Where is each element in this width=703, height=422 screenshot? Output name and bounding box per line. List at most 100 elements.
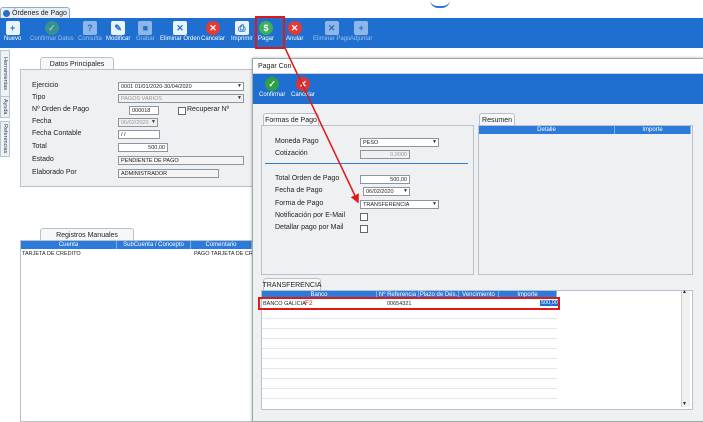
cancelar-dialog-label: Cancelar (291, 92, 316, 98)
chevron-down-icon: ▼ (237, 83, 242, 89)
chevron-down-icon: ▼ (403, 188, 408, 194)
toolbar-label: Eliminar Orden (160, 36, 201, 42)
ejercicio-label: Ejercicio (32, 82, 59, 89)
chevron-down-icon: ▼ (432, 201, 437, 207)
detallar-label: Detallar pago por Mail (275, 224, 344, 231)
delete-payment-icon: ✕ (324, 21, 339, 35)
transferencia-grid-body (262, 299, 557, 407)
forma-select[interactable]: TRANSFERENCIA ▼ (360, 200, 439, 209)
fecha-pago-label: Fecha de Pago (275, 187, 323, 194)
estado-label: Estado (32, 156, 54, 163)
resumen-grid-header: Detalle Importe (479, 126, 691, 134)
highlight-row-box (258, 297, 560, 310)
main-toolbar: + Nuevo ✓ Confirmar Datos? Consulta ✎ Modifica… (0, 18, 703, 48)
forma-value: TRANSFERENCIA (363, 201, 410, 208)
fecha-contable-label: Fecha Contable (32, 130, 82, 137)
confirmar-datos-button[interactable]: ✓ Confirmar Datos (30, 18, 74, 48)
scroll-down-icon[interactable]: ▼ (682, 401, 687, 407)
toolbar-label: Confirmar Datos (30, 36, 74, 42)
window-title: Órdenes de Pago (12, 9, 67, 17)
toolbar-label: Imprimir (231, 36, 253, 42)
sidetab-referencias[interactable]: Referencias (0, 121, 10, 157)
dialog-toolbar: ✓ Confirmar ✕ Cancelar (253, 74, 703, 104)
modificar-button[interactable]: ✎ Modificar (106, 18, 130, 48)
total-input[interactable]: 500,00 (118, 143, 168, 152)
notificacion-checkbox[interactable] (360, 213, 368, 221)
cotizacion-label: Cotización (275, 150, 308, 157)
moneda-value: PESO (363, 139, 379, 146)
toolbar-label: Anular (286, 36, 304, 42)
sidetab-herramientas[interactable]: Herramientas (0, 50, 10, 98)
registros-grid-header: Cuenta SubCuenta / Concepto Comentario (21, 241, 252, 249)
anular-button[interactable]: ✕ Anular (286, 18, 303, 48)
toolbar-label: Nuevo (4, 36, 22, 42)
ejercicio-select[interactable]: 0001 01/01/2020-30/04/2020 ▼ (118, 82, 244, 91)
col-comentario[interactable]: Comentario (191, 241, 252, 249)
window-icon (3, 9, 10, 17)
sidetab-ayuda[interactable]: Ayuda (0, 96, 10, 118)
scroll-up-icon[interactable]: ▲ (682, 289, 687, 295)
delete-doc-icon: ✕ (173, 21, 187, 35)
confirmar-button[interactable]: ✓ Confirmar (259, 74, 285, 104)
ejercicio-value: 0001 01/01/2020-30/04/2020 (121, 83, 192, 90)
fecha-value: 06/02/2020 (121, 119, 149, 126)
recuperar-label: Recuperar Nº (187, 106, 230, 113)
fecha-label: Fecha (32, 118, 52, 125)
registros-panel (20, 240, 254, 422)
toolbar-label: Consulta (78, 36, 102, 42)
detallar-checkbox[interactable] (360, 225, 368, 233)
check-icon: ✓ (265, 77, 280, 91)
tipo-label: Tipo (32, 94, 46, 101)
toolbar-label: Modificar (106, 36, 131, 42)
adjuntar-button[interactable]: + Adjuntar (350, 18, 372, 48)
orden-input[interactable]: 000018 (129, 106, 159, 115)
fecha-input[interactable]: 06/02/2020 ▼ (118, 118, 158, 127)
attach-icon: + (354, 21, 369, 35)
cotizacion-input[interactable]: 0,0000 (360, 150, 410, 159)
top-decoration (430, 0, 450, 8)
col-subcuenta[interactable]: SubCuenta / Concepto (117, 241, 191, 249)
toolbar-label: Grabar (136, 36, 155, 42)
print-icon: ⎙ (234, 21, 249, 35)
col-detalle[interactable]: Detalle (479, 126, 615, 134)
fecha-pago-value: 06/02/2020 (366, 188, 394, 195)
total-label: Total (32, 143, 47, 150)
orden-label: Nº Orden de Pago (32, 106, 90, 113)
forma-label: Forma de Pago (275, 200, 324, 207)
chevron-down-icon: ▼ (432, 139, 437, 145)
check-icon: ✓ (44, 21, 59, 35)
confirmar-label: Confirmar (259, 92, 286, 98)
eliminar-orden-button[interactable]: ✕ Eliminar Orden (160, 18, 200, 48)
consulta-button[interactable]: ? Consulta (78, 18, 102, 48)
fecha-contable-input[interactable]: / / (118, 130, 160, 139)
grabar-button[interactable]: ■ Grabar (136, 18, 155, 48)
moneda-select[interactable]: PESO ▼ (360, 138, 439, 147)
elaborado-input[interactable]: ADMINISTRADOR (118, 169, 219, 178)
window-tab[interactable]: Órdenes de Pago (0, 7, 70, 18)
imprimir-button[interactable]: ⎙ Imprimir (231, 18, 253, 48)
tipo-value: PAGOS VARIOS (121, 95, 163, 102)
cancelar-button[interactable]: ✕ Cancelar (201, 18, 225, 48)
registros-row-cuenta[interactable]: TARJETA DE CREDITO (22, 251, 81, 257)
close-icon: ✕ (296, 77, 310, 91)
total-orden-label: Total Orden de Pago (275, 175, 340, 182)
chevron-down-icon: ▼ (151, 119, 156, 125)
pagar-highlight-box (255, 16, 285, 49)
col-importe[interactable]: Importe (615, 126, 691, 134)
resumen-panel (478, 125, 693, 275)
fecha-pago-input[interactable]: 06/02/2020 ▼ (363, 187, 410, 196)
scrollbar[interactable] (681, 291, 690, 407)
elaborado-label: Elaborado Por (32, 169, 77, 176)
nuevo-button[interactable]: + Nuevo (4, 18, 21, 48)
recuperar-checkbox[interactable] (178, 107, 186, 115)
cancel-icon: ✕ (206, 21, 220, 35)
total-orden-input[interactable]: 500,00 (360, 175, 410, 184)
toolbar-label: Eliminar Pago (313, 36, 351, 42)
tipo-select[interactable]: PAGOS VARIOS ▼ (118, 94, 244, 103)
col-cuenta[interactable]: Cuenta (21, 241, 117, 249)
eliminar-pago-button[interactable]: ✕ Eliminar Pago (313, 18, 350, 48)
save-icon: ■ (138, 21, 153, 35)
notificacion-label: Notificación por E-Mail (275, 212, 346, 219)
cancelar-dialog-button[interactable]: ✕ Cancelar (291, 74, 315, 104)
estado-input[interactable]: PENDIENTE DE PAGO (118, 156, 244, 165)
